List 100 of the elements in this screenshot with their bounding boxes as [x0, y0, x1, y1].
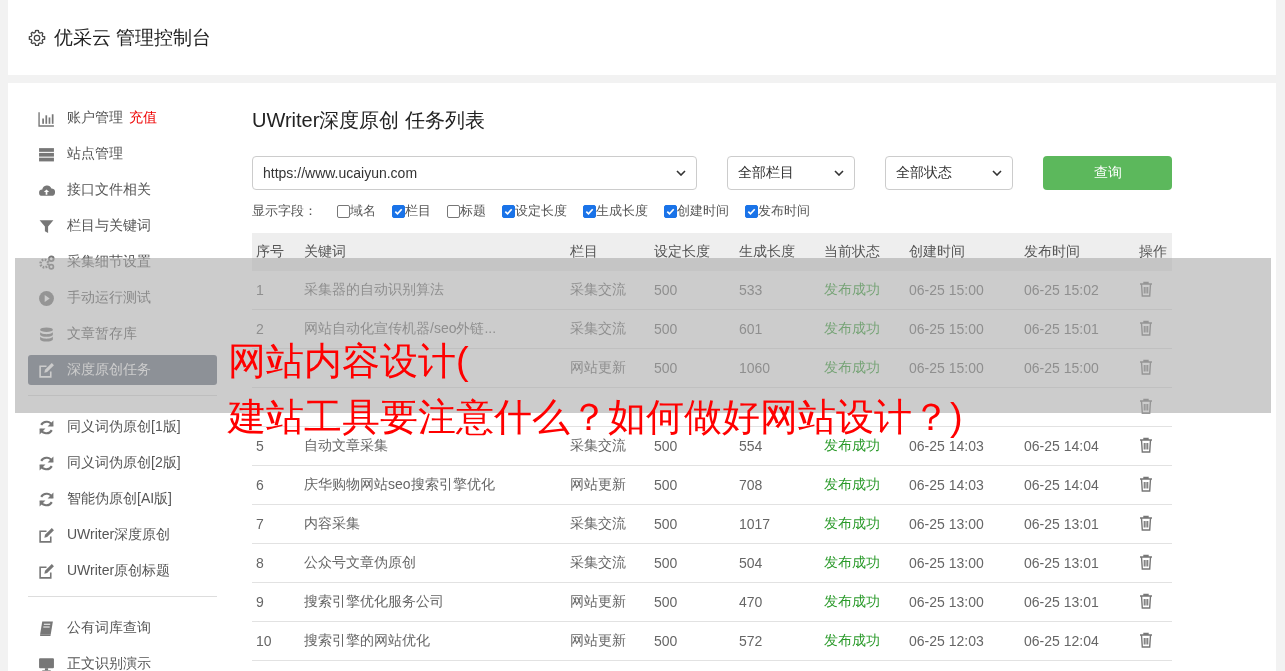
table-cell: 601 [739, 321, 763, 337]
table-cell: 06-25 15:02 [1024, 282, 1099, 298]
table-cell: 9 [256, 594, 264, 610]
refresh-icon [38, 418, 55, 436]
table-cell: 内容采集 [304, 515, 360, 531]
banner-title: 网站内容设计( [228, 341, 469, 381]
sidebar-item[interactable]: 站点管理 [28, 139, 217, 169]
table-cell: 500 [654, 360, 678, 376]
checkbox-label: 域名 [350, 202, 376, 220]
table-cell: 06-25 13:01 [1024, 516, 1099, 532]
refresh-icon [38, 454, 55, 472]
page-title: UWriter深度原创 任务列表 [252, 108, 486, 133]
column-header: 当前状态 [824, 243, 880, 259]
bar-chart-icon [38, 109, 55, 127]
table-cell: 06-25 13:00 [909, 555, 984, 571]
checkbox[interactable] [337, 204, 350, 218]
table-cell: 06-25 15:00 [909, 321, 984, 337]
table-cell: 发布成功 [824, 281, 880, 297]
table-cell: 06-25 15:00 [909, 282, 984, 298]
checkbox[interactable] [392, 204, 405, 218]
table-cell: 06-25 15:00 [1024, 360, 1099, 376]
monitor-icon [38, 655, 55, 671]
console-title: 优采云 管理控制台 [54, 25, 212, 50]
table-cell: 8 [256, 555, 264, 571]
sidebar-item[interactable]: UWriter原创标题 [28, 556, 217, 586]
trash-icon[interactable] [1139, 514, 1153, 531]
table-cell: 搜索引擎优化服务公司 [304, 593, 444, 609]
table-cell: 发布成功 [824, 476, 880, 492]
table-cell: 1060 [739, 360, 771, 376]
trash-icon[interactable] [1139, 475, 1153, 492]
trash-icon[interactable] [1139, 592, 1153, 609]
table-cell: 采集交流 [570, 554, 626, 570]
table-cell: 发布成功 [824, 320, 880, 336]
table-cell: 采集交流 [570, 281, 626, 297]
table-cell: 06-25 13:00 [909, 594, 984, 610]
sidebar-item[interactable]: 正文识别演示 [28, 649, 217, 671]
play-icon [38, 289, 55, 307]
sidebar-item[interactable]: 智能伪原创[AI版] [28, 484, 217, 514]
column-header: 关键词 [304, 243, 346, 259]
table-cell: 500 [654, 555, 678, 571]
checkbox[interactable] [583, 204, 596, 218]
trash-icon[interactable] [1139, 553, 1153, 570]
table-cell: 708 [739, 477, 763, 493]
sidebar-item[interactable]: 同义词伪原创[1版] [28, 412, 217, 442]
checkbox-label: 生成长度 [596, 202, 648, 220]
sidebar-item[interactable]: 公有词库查询 [28, 613, 217, 643]
table-cell: 网站更新 [570, 359, 626, 375]
table-cell: 06-25 13:01 [1024, 555, 1099, 571]
column-header: 序号 [256, 243, 284, 259]
table-cell: 06-25 14:03 [909, 477, 984, 493]
table-cell: 自动文章采集 [304, 437, 388, 453]
table-cell: 572 [739, 633, 763, 649]
recharge-link[interactable]: 充值 [129, 109, 157, 127]
checkbox[interactable] [502, 204, 515, 218]
checkbox[interactable] [447, 204, 460, 218]
checkbox[interactable] [745, 204, 758, 218]
trash-icon[interactable] [1139, 631, 1153, 648]
table-cell: 采集交流 [570, 437, 626, 453]
column-header: 操作 [1139, 243, 1167, 259]
table-cell: 网站更新 [570, 476, 626, 492]
status-select[interactable]: 全部状态 [885, 156, 1013, 190]
table-cell: 1 [256, 282, 264, 298]
site-select[interactable]: https://www.ucaiyun.com [252, 156, 697, 190]
sidebar-item[interactable]: 接口文件相关 [28, 175, 217, 205]
table-cell: 06-25 12:04 [1024, 633, 1099, 649]
column-select[interactable]: 全部栏目 [727, 156, 855, 190]
table-cell: 发布成功 [824, 437, 880, 453]
table-cell: 6 [256, 477, 264, 493]
checkbox[interactable] [664, 204, 677, 218]
table-cell: 06-25 13:00 [909, 516, 984, 532]
table-cell: 网站更新 [570, 593, 626, 609]
edit-icon [38, 526, 55, 544]
settings-icon [28, 28, 46, 47]
table-cell: 500 [654, 516, 678, 532]
server-icon [38, 145, 55, 163]
table-cell: 470 [739, 594, 763, 610]
table-cell: 采集交流 [570, 515, 626, 531]
checkbox-label: 创建时间 [677, 202, 729, 220]
sidebar-item[interactable]: 栏目与关键词 [28, 211, 217, 241]
table-cell: 2 [256, 321, 264, 337]
refresh-icon [38, 490, 55, 508]
checkbox-label: 栏目 [405, 202, 431, 220]
checkbox-label: 发布时间 [758, 202, 810, 220]
table-cell: 500 [654, 633, 678, 649]
table-cell: 采集器的自动识别算法 [304, 281, 444, 297]
table-cell: 发布成功 [824, 632, 880, 648]
table-cell: 发布成功 [824, 515, 880, 531]
table-cell: 搜索引擎的网站优化 [304, 632, 430, 648]
table-cell: 533 [739, 282, 763, 298]
chevron-down-icon [992, 170, 1002, 176]
table-cell: 500 [654, 477, 678, 493]
table-cell: 06-25 15:01 [1024, 321, 1099, 337]
table-cell: 06-25 14:04 [1024, 477, 1099, 493]
filter-icon [38, 217, 55, 235]
column-header: 栏目 [570, 243, 598, 259]
sidebar-item[interactable]: 同义词伪原创[2版] [28, 448, 217, 478]
edit-icon [38, 361, 55, 379]
trash-icon[interactable] [1139, 436, 1153, 453]
sidebar-item[interactable]: 账户管理 充值 [28, 103, 217, 133]
sidebar-item[interactable]: UWriter深度原创 [28, 520, 217, 550]
